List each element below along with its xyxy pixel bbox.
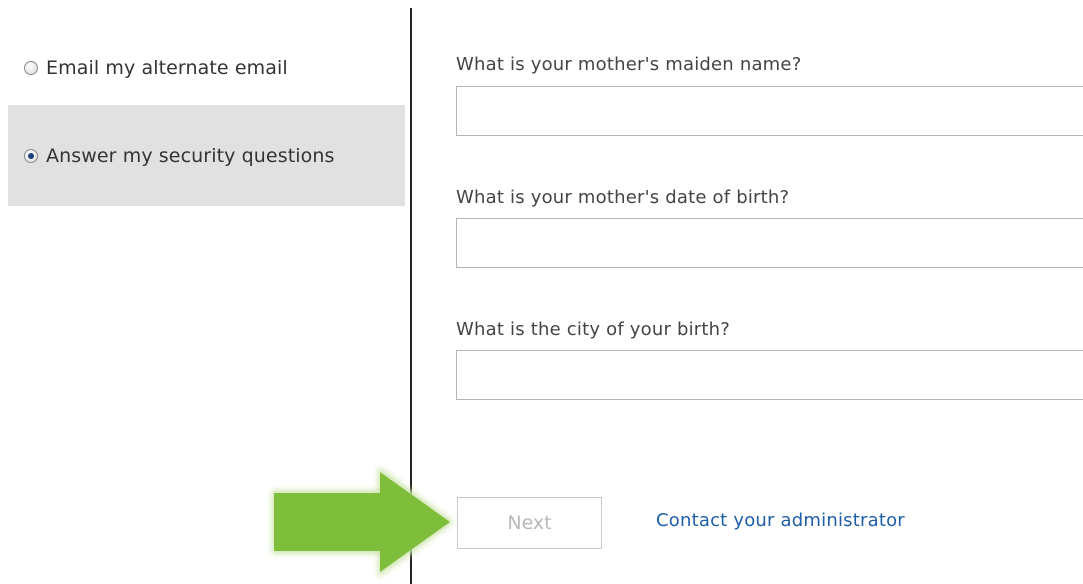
next-button[interactable]: Next <box>457 497 602 549</box>
radio-unchecked-icon[interactable] <box>24 61 38 75</box>
radio-checked-icon[interactable] <box>24 148 38 163</box>
question-3-label: What is the city of your birth? <box>456 319 731 340</box>
question-1-label: What is your mother's maiden name? <box>456 54 802 75</box>
contact-administrator-link[interactable]: Contact your administrator <box>656 510 905 531</box>
option-email-alternate-label: Email my alternate email <box>46 57 288 79</box>
question-3-input[interactable] <box>456 350 1083 400</box>
option-email-alternate[interactable]: Email my alternate email <box>8 40 405 96</box>
option-security-questions[interactable]: Answer my security questions <box>8 105 405 206</box>
right-arrow-icon <box>272 466 454 578</box>
option-security-questions-label: Answer my security questions <box>46 144 335 167</box>
question-1-input[interactable] <box>456 86 1083 136</box>
question-2-label: What is your mother's date of birth? <box>456 187 790 208</box>
question-2-input[interactable] <box>456 218 1083 268</box>
